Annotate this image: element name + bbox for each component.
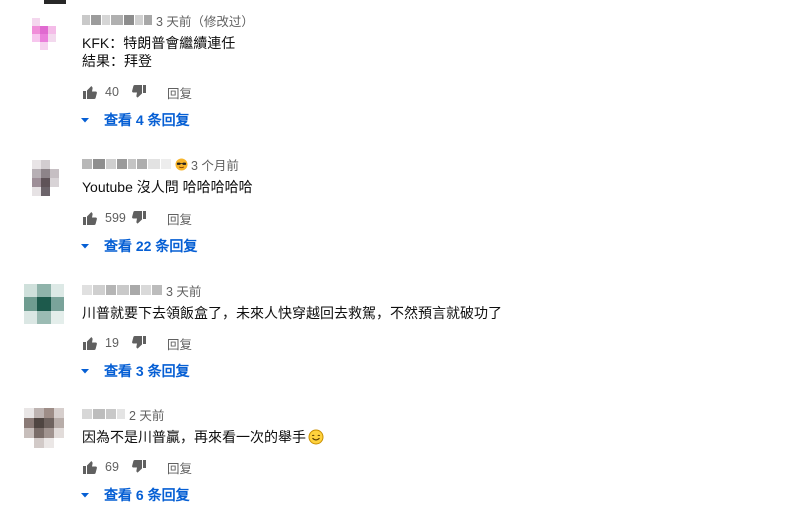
comment-header: 3 个月前 <box>82 155 239 174</box>
reply-button[interactable]: 回复 <box>167 83 192 102</box>
author-name-blurred[interactable] <box>82 285 162 295</box>
top-edge-bar <box>44 0 66 4</box>
comment-text: 因為不是川普贏，再來看一次的舉手 <box>82 429 306 445</box>
comment-header: 3 天前（修改过） <box>82 11 254 30</box>
comment-timestamp[interactable]: 2 天前 <box>129 405 164 424</box>
smiling-face-emoji-icon <box>308 429 324 449</box>
thumbs-up-icon[interactable] <box>82 335 98 351</box>
author-name-blurred[interactable] <box>82 159 171 169</box>
author-name-blurred[interactable] <box>82 409 125 419</box>
comment-actions: 40 回复 <box>82 82 192 102</box>
author-name-blurred[interactable] <box>82 15 152 25</box>
thumbs-down-icon[interactable] <box>131 210 147 226</box>
comment-header: 3 天前 <box>82 281 201 300</box>
caret-down-icon <box>80 241 90 251</box>
view-replies-label: 查看 4 条回复 <box>104 112 190 128</box>
comment-text-line: Youtube 沒人問 哈哈哈哈哈 <box>82 179 253 195</box>
caret-down-icon <box>80 115 90 125</box>
comment-header: 2 天前 <box>82 405 164 424</box>
thumbs-down-icon[interactable] <box>131 335 147 351</box>
view-replies-button[interactable]: 查看 3 条回复 <box>80 361 190 381</box>
thumbs-up-icon[interactable] <box>82 210 98 226</box>
comment-text-line: 結果：拜登 <box>82 53 152 69</box>
reply-button[interactable]: 回复 <box>167 209 192 228</box>
avatar[interactable] <box>22 406 66 450</box>
view-replies-label: 查看 3 条回复 <box>104 363 190 379</box>
thumbs-up-icon[interactable] <box>82 84 98 100</box>
view-replies-button[interactable]: 查看 22 条回复 <box>80 236 197 256</box>
comment-timestamp[interactable]: 3 天前（修改过） <box>156 11 254 30</box>
view-replies-button[interactable]: 查看 6 条回复 <box>80 485 190 505</box>
avatar[interactable] <box>22 282 66 326</box>
thumbs-down-icon[interactable] <box>131 84 147 100</box>
avatar[interactable] <box>22 16 66 60</box>
like-count: 69 <box>105 460 119 474</box>
comment-actions: 69 回复 <box>82 457 192 477</box>
comment-timestamp[interactable]: 3 天前 <box>166 281 201 300</box>
reply-button[interactable]: 回复 <box>167 334 192 353</box>
view-replies-label: 查看 6 条回复 <box>104 487 190 503</box>
view-replies-button[interactable]: 查看 4 条回复 <box>80 110 190 130</box>
caret-down-icon <box>80 490 90 500</box>
reply-button[interactable]: 回复 <box>167 458 192 477</box>
comment-text-line: 因為不是川普贏，再來看一次的舉手 <box>82 428 324 449</box>
avatar[interactable] <box>22 158 66 202</box>
caret-down-icon <box>80 366 90 376</box>
comment-actions: 19 回复 <box>82 333 192 353</box>
comment-actions: 599 回复 <box>82 208 192 228</box>
view-replies-label: 查看 22 条回复 <box>104 238 198 254</box>
comment-text-line: 川普就要下去領飯盒了，未來人快穿越回去救駕，不然預言就破功了 <box>82 305 502 321</box>
like-count: 19 <box>105 336 119 350</box>
like-count: 40 <box>105 85 119 99</box>
like-count: 599 <box>105 211 126 225</box>
comment-text-line: KFK：特朗普會繼續連任 <box>82 35 236 51</box>
sunglasses-emoji-icon <box>175 157 188 171</box>
thumbs-down-icon[interactable] <box>131 459 147 475</box>
thumbs-up-icon[interactable] <box>82 459 98 475</box>
comment-timestamp[interactable]: 3 个月前 <box>191 155 239 174</box>
